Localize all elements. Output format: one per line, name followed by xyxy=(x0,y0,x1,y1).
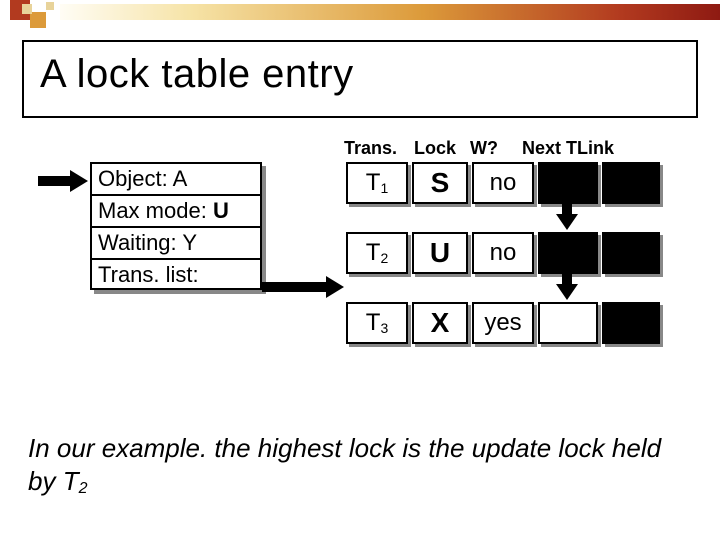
trans-row: T3 X yes xyxy=(346,302,666,344)
arrow-down-icon xyxy=(558,168,576,230)
col-header-w: W? xyxy=(470,138,498,159)
col-header-nexttlink: Next TLink xyxy=(522,138,614,159)
lock-entry-box: Object: A Max mode: U Waiting: Y Trans. … xyxy=(90,162,262,290)
square-icon xyxy=(22,4,32,14)
caption: In our example. the highest lock is the … xyxy=(28,432,688,499)
cell-trans: T2 xyxy=(346,232,408,274)
cell-trans: T1 xyxy=(346,162,408,204)
gradient-bar xyxy=(60,4,720,20)
square-icon xyxy=(46,2,54,10)
cell-lock: U xyxy=(412,232,468,274)
cell-nexttlink xyxy=(538,302,598,344)
cell-lock: X xyxy=(412,302,468,344)
slide: A lock table entry Object: A Max mode: U… xyxy=(0,0,720,540)
maxmode-row: Max mode: U xyxy=(92,196,260,228)
trans-row: T2 U no xyxy=(346,232,666,274)
cell-extra xyxy=(602,162,660,204)
title-box: A lock table entry xyxy=(22,40,698,118)
cell-lock: S xyxy=(412,162,468,204)
waiting-row: Waiting: Y xyxy=(92,228,260,260)
cell-w: no xyxy=(472,232,534,274)
slide-title: A lock table entry xyxy=(40,52,354,96)
trans-row: T1 S no xyxy=(346,162,666,204)
object-row: Object: A xyxy=(92,164,260,196)
arrow-translist-icon xyxy=(262,278,344,296)
arrow-down-icon xyxy=(558,238,576,300)
col-header-lock: Lock xyxy=(414,138,456,159)
cell-w: no xyxy=(472,162,534,204)
square-icon xyxy=(30,12,46,28)
cell-extra xyxy=(602,232,660,274)
caption-t2: T2 xyxy=(63,466,88,496)
col-header-trans: Trans. xyxy=(344,138,397,159)
cell-extra xyxy=(602,302,660,344)
top-decoration xyxy=(0,0,720,28)
translist-row: Trans. list: xyxy=(92,260,260,290)
maxmode-prefix: Max mode: xyxy=(98,198,213,223)
caption-text: In our example. the highest lock is the … xyxy=(28,433,661,496)
cell-w: yes xyxy=(472,302,534,344)
cell-trans: T3 xyxy=(346,302,408,344)
maxmode-value: U xyxy=(213,198,229,223)
arrow-to-object-icon xyxy=(38,172,88,190)
